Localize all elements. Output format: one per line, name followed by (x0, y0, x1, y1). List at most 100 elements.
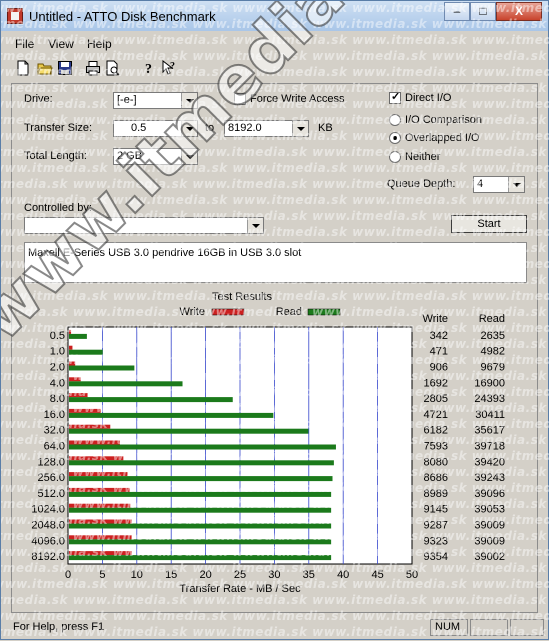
chevron-down-icon[interactable] (181, 121, 197, 136)
start-button[interactable]: Start (451, 215, 527, 233)
legend-read-label: Read (276, 306, 302, 318)
open-folder-icon[interactable] (35, 58, 55, 78)
chevron-down-icon[interactable] (292, 121, 308, 136)
bar-read (69, 333, 87, 339)
transfer-size-label: Transfer Size: (24, 122, 93, 134)
controlled-by-select[interactable] (24, 217, 264, 234)
table-cell-write: 8686 (424, 472, 448, 484)
table-header-write: Write (423, 313, 448, 325)
bar-read (69, 365, 135, 371)
minimize-button[interactable]: – (444, 2, 470, 21)
context-help-icon[interactable]: ? (159, 58, 179, 78)
bar-read (69, 523, 332, 529)
x-tick-label: 30 (268, 569, 280, 581)
table-cell-read: 39420 (474, 456, 505, 468)
y-tick-label: 512.0 (37, 488, 65, 500)
bar-read (69, 397, 233, 403)
bar-read (69, 349, 103, 355)
bar-write (69, 361, 76, 366)
chevron-down-icon[interactable] (247, 218, 263, 233)
table-cell-write: 9287 (424, 520, 448, 532)
results-chart: Test Results Write Read 0 5 10 15 20 25 30 35 40 45 5… (31, 291, 505, 595)
io-comparison-radio[interactable] (389, 114, 401, 126)
bar-read (69, 412, 274, 418)
transfer-from-select[interactable]: 0.5 (113, 120, 198, 137)
status-bar: For Help, press F1 NUM (1, 617, 548, 639)
y-tick-label: 2.0 (50, 362, 65, 374)
title-bar[interactable]: Untitled - ATTO Disk Benchmark – □ X (1, 1, 548, 31)
table-cell-write: 8080 (424, 456, 448, 468)
direct-io-label: Direct I/O (405, 92, 452, 104)
table-cell-write: 6182 (424, 425, 448, 437)
y-tick-label: 8.0 (50, 393, 65, 405)
maximize-button[interactable]: □ (470, 2, 496, 21)
y-tick-label: 1024.0 (31, 504, 65, 516)
table-cell-read: 39009 (474, 535, 505, 547)
total-length-value: 2 GB (117, 150, 143, 162)
bar-read (69, 491, 332, 497)
drive-label: Drive: (24, 93, 53, 105)
new-document-icon[interactable] (13, 58, 33, 78)
x-tick-label: 15 (165, 569, 177, 581)
menu-view[interactable]: View (48, 37, 74, 51)
table-cell-read: 30411 (475, 409, 505, 421)
bar-write (69, 408, 101, 413)
table-cell-read: 16900 (474, 377, 505, 389)
force-write-checkbox[interactable] (234, 93, 246, 105)
bar-write (69, 377, 81, 382)
table-cell-write: 342 (430, 330, 448, 342)
bar-write (69, 345, 73, 350)
table-cell-read: 39096 (474, 488, 505, 500)
table-cell-write: 1692 (424, 377, 448, 389)
x-tick-label: 10 (131, 569, 143, 581)
legend-write-swatch (211, 308, 245, 316)
bar-write (69, 535, 132, 540)
table-cell-write: 8989 (424, 488, 448, 500)
neither-radio[interactable] (389, 151, 401, 163)
transfer-to-select[interactable]: 8192.0 (224, 120, 309, 137)
total-length-select[interactable]: 2 GB (113, 148, 198, 165)
x-tick-label: 25 (234, 569, 246, 581)
overlapped-io-radio[interactable] (389, 132, 401, 144)
drive-select[interactable]: [-e-] (113, 92, 198, 109)
x-tick-label: 40 (337, 569, 349, 581)
transfer-to-value: 8192.0 (228, 122, 262, 134)
bar-read (69, 444, 336, 450)
menu-help[interactable]: Help (87, 37, 112, 51)
close-button[interactable]: X (496, 2, 542, 21)
table-cell-read: 24393 (474, 393, 505, 405)
table-cell-write: 2805 (424, 393, 448, 405)
status-cell-2 (470, 619, 508, 636)
y-tick-label: 32.0 (44, 425, 65, 437)
y-tick-label: 256.0 (37, 472, 65, 484)
table-cell-read: 39009 (474, 520, 505, 532)
bar-write (69, 456, 124, 461)
bar-write (69, 487, 130, 492)
io-comparison-label: I/O Comparison (405, 114, 483, 126)
drive-value: [-e-] (117, 94, 137, 106)
table-cell-write: 4721 (424, 409, 448, 421)
x-tick-label: 0 (65, 569, 71, 581)
save-icon[interactable] (55, 58, 75, 78)
print-icon[interactable] (83, 58, 103, 78)
menu-file[interactable]: File (15, 37, 34, 51)
about-icon[interactable]: ? (139, 58, 159, 78)
table-cell-read: 39002 (474, 551, 505, 563)
bar-write (69, 440, 120, 445)
description-box[interactable]: Maxell E-Series USB 3.0 pendrive 16GB in… (24, 242, 527, 283)
print-preview-icon[interactable] (103, 58, 123, 78)
transfer-from-value: 0.5 (131, 122, 147, 134)
bar-read (69, 428, 309, 434)
chevron-down-icon[interactable] (181, 93, 197, 108)
force-write-label: Force Write Access (250, 93, 345, 105)
chevron-down-icon[interactable] (508, 177, 524, 192)
y-tick-label: 0.5 (50, 330, 65, 342)
table-cell-write: 7593 (424, 441, 448, 453)
direct-io-checkbox[interactable] (389, 90, 401, 104)
queue-depth-select[interactable]: 4 (473, 176, 525, 193)
legend-write-label: Write (180, 306, 205, 318)
atto-app-icon[interactable] (7, 8, 23, 24)
window-title: Untitled - ATTO Disk Benchmark (29, 9, 216, 24)
table-cell-write: 9145 (424, 504, 448, 516)
chevron-down-icon[interactable] (181, 149, 197, 164)
